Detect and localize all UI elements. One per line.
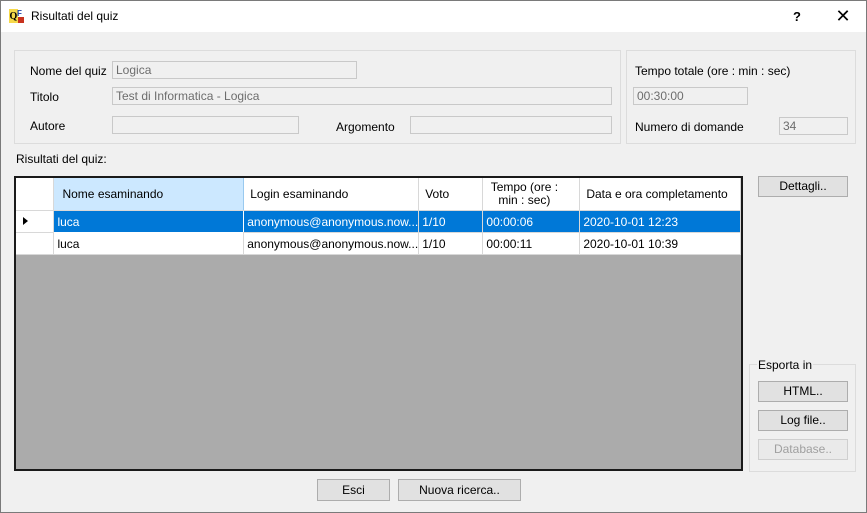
close-button[interactable]: ✕ [820,1,866,32]
row-header-corner [16,178,55,211]
num-questions-label: Numero di domande [635,120,744,134]
quiz-app-icon: Q F [9,8,25,24]
row-header[interactable] [16,210,55,233]
export-label: Esporta in [757,358,814,372]
quiz-name-field[interactable]: Logica [112,61,357,79]
author-label: Autore [30,119,66,133]
column-header-date[interactable]: Data e ora completamento [579,178,741,211]
exit-button[interactable]: Esci [317,479,390,501]
export-html-button[interactable]: HTML.. [758,381,848,402]
svg-text:F: F [17,9,22,18]
title-bar: Q F Risultati del quiz ? ✕ [1,1,866,32]
cell-time[interactable]: 00:00:11 [482,232,581,255]
details-button[interactable]: Dettagli.. [758,176,848,197]
column-header-time-text: Tempo (ore : min : sec) [490,180,559,207]
cell-login[interactable]: anonymous@anonymous.now... [243,232,420,255]
column-header-login[interactable]: Login esaminando [243,178,420,211]
export-database-button[interactable]: Database.. [758,439,848,460]
table-row[interactable]: luca anonymous@anonymous.now... 1/10 00:… [16,232,741,255]
quiz-name-label: Nome del quiz [30,64,107,78]
topic-field[interactable] [410,116,612,134]
cell-time[interactable]: 00:00:06 [482,210,581,233]
help-button[interactable]: ? [774,1,820,32]
cell-score[interactable]: 1/10 [418,210,484,233]
total-time-label: Tempo totale (ore : min : sec) [635,64,791,78]
num-questions-field[interactable]: 34 [779,117,848,135]
current-row-arrow-icon [23,217,28,225]
total-time-field[interactable]: 00:30:00 [633,87,748,105]
cell-name[interactable]: luca [53,232,245,255]
title-field[interactable]: Test di Informatica - Logica [112,87,612,105]
quiz-results-window: Q F Risultati del quiz ? ✕ Nome del quiz… [0,0,867,513]
cell-date[interactable]: 2020-10-01 10:39 [579,232,741,255]
results-label: Risultati del quiz: [16,152,107,166]
title-label: Titolo [30,90,59,104]
new-search-button[interactable]: Nuova ricerca.. [398,479,521,501]
results-grid[interactable]: Nome esaminando Login esaminando Voto Te… [14,176,743,471]
cell-date[interactable]: 2020-10-01 12:23 [579,210,741,233]
cell-score[interactable]: 1/10 [418,232,484,255]
window-title: Risultati del quiz [31,9,119,23]
table-row[interactable]: luca anonymous@anonymous.now... 1/10 00:… [16,210,741,233]
export-log-file-button[interactable]: Log file.. [758,410,848,431]
cell-name[interactable]: luca [53,210,245,233]
author-field[interactable] [112,116,299,134]
row-header[interactable] [16,232,55,255]
topic-label: Argomento [336,120,395,134]
column-header-score[interactable]: Voto [418,178,484,211]
column-header-time[interactable]: Tempo (ore : min : sec) [482,178,581,211]
grid-header-row: Nome esaminando Login esaminando Voto Te… [16,178,741,211]
cell-login[interactable]: anonymous@anonymous.now... [243,210,420,233]
column-header-name[interactable]: Nome esaminando [53,178,245,211]
